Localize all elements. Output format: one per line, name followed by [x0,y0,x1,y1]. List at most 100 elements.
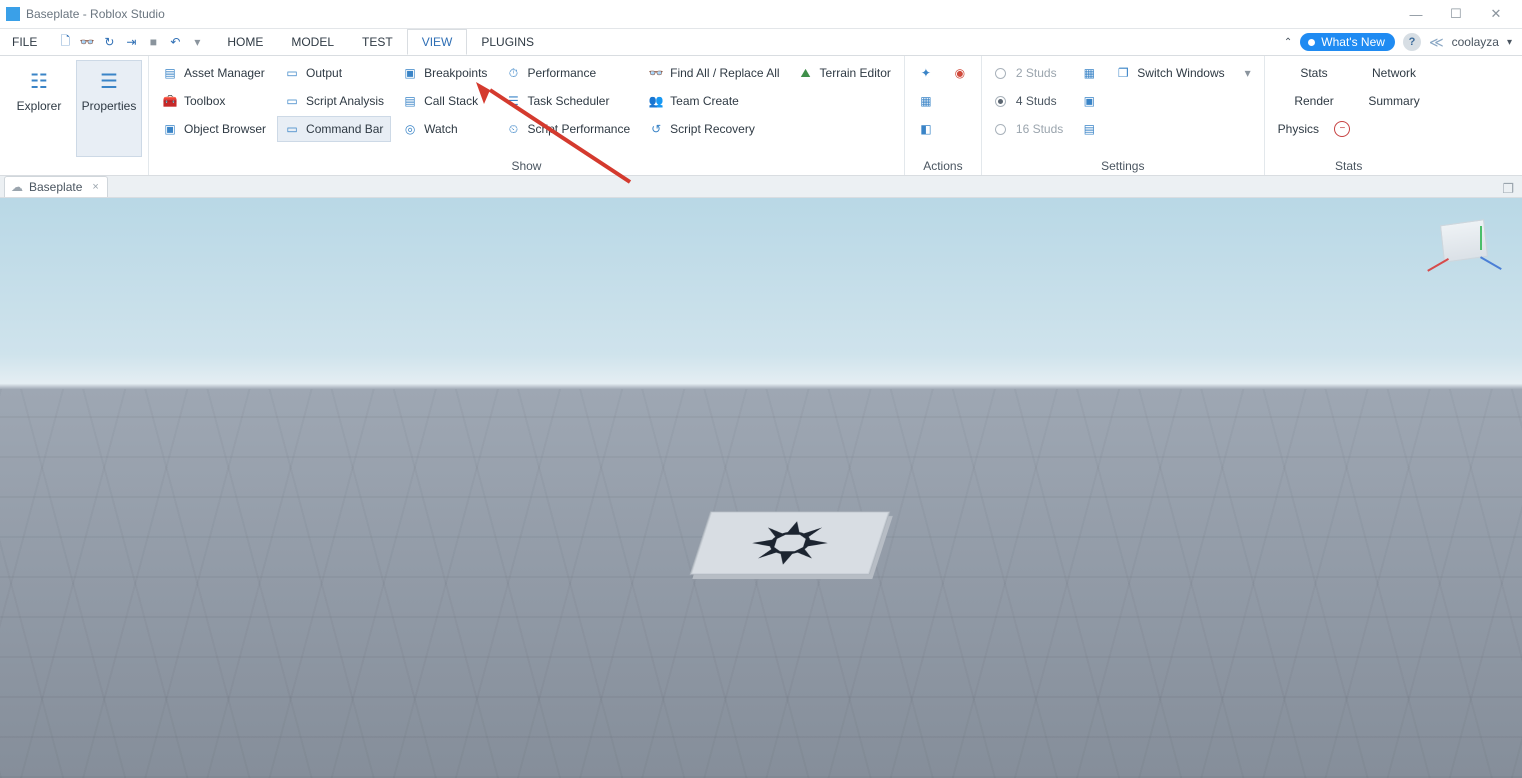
username-label[interactable]: coolayza [1452,35,1499,49]
collapse-ribbon-icon[interactable]: ⌃ [1284,37,1292,48]
tab-home[interactable]: HOME [213,29,277,55]
object-browser-icon: ▣ [162,121,178,137]
find-all-button[interactable]: 👓Find All / Replace All [641,60,786,86]
spawn-location[interactable] [690,511,891,574]
explorer-button[interactable]: ☷ Explorer [6,60,72,157]
asset-manager-icon: ▤ [162,65,178,81]
breakpoints-button[interactable]: ▣Breakpoints [395,60,494,86]
performance-icon: ⏱ [505,65,521,81]
grid-2-studs[interactable]: 2 Studs [988,60,1070,86]
maximize-button[interactable]: ☐ [1436,0,1476,28]
quick-access-toolbar: 🗋 👓 ↻ ⇥ ■ ↶ ▾ [49,34,213,50]
whats-new-dot-icon [1308,39,1315,46]
share-icon[interactable]: ≪ [1429,34,1444,51]
clear-stats-icon[interactable]: − [1334,121,1350,137]
call-stack-button[interactable]: ▤Call Stack [395,88,494,114]
settings-group-label: Settings [988,157,1258,173]
toolbox-button[interactable]: 🧰Toolbox [155,88,273,114]
action-4-icon: ◉ [952,65,968,81]
tab-model[interactable]: MODEL [277,29,348,55]
settings-grid-button[interactable]: ▦ [1074,60,1104,86]
object-browser-button[interactable]: ▣Object Browser [155,116,273,142]
axis-y-icon [1480,226,1482,250]
properties-button[interactable]: ☰ Properties [76,60,142,157]
render-button[interactable]: Render [1271,88,1358,114]
tab-plugins[interactable]: PLUGINS [467,29,548,55]
undo-icon[interactable]: ↶ [167,34,183,50]
settings-ui-button[interactable]: ▣ [1074,88,1104,114]
script-analysis-button[interactable]: ▭Script Analysis [277,88,391,114]
script-recovery-button[interactable]: ↺Script Recovery [641,116,786,142]
doc-tab-close-icon[interactable]: × [92,181,98,193]
action-1-icon: ✦ [918,65,934,81]
team-create-icon: 👥 [648,93,664,109]
action-2-button[interactable]: ▦ [911,88,941,114]
whats-new-button[interactable]: What's New [1300,33,1395,51]
titlebar: Baseplate - Roblox Studio — ☐ ✕ [0,0,1522,28]
grid-4-studs[interactable]: 4 Studs [988,88,1070,114]
qa-more-icon[interactable]: ▾ [189,34,205,50]
output-button[interactable]: ▭Output [277,60,391,86]
ribbon: ☷ Explorer ☰ Properties ▤Asset Manager 🧰… [0,56,1522,176]
window-title: Baseplate - Roblox Studio [26,7,165,21]
switch-windows-button[interactable]: ❐Switch Windows▾ [1108,60,1257,86]
command-bar-icon: ▭ [284,121,300,137]
terrain-editor-button[interactable]: ⛰Terrain Editor [791,60,898,86]
radio-icon [995,96,1006,107]
new-icon[interactable]: 🗋 [57,34,73,50]
settings-date-button[interactable]: ▤ [1074,116,1104,142]
tab-test[interactable]: TEST [348,29,407,55]
help-button[interactable]: ? [1403,33,1421,51]
ribbon-tabs: HOME MODEL TEST VIEW PLUGINS [213,29,548,55]
app-icon [6,7,20,21]
script-performance-button[interactable]: ⏲Script Performance [498,116,637,142]
redo-icon[interactable]: ↻ [101,34,117,50]
stats-button[interactable]: Stats [1271,60,1358,86]
performance-button[interactable]: ⏱Performance [498,60,637,86]
task-scheduler-icon: ☰ [505,93,521,109]
whats-new-label: What's New [1321,35,1385,49]
file-menu[interactable]: FILE [0,29,49,55]
action-1-button[interactable]: ✦ [911,60,941,86]
script-recovery-icon: ↺ [648,121,664,137]
minimize-button[interactable]: — [1396,0,1436,28]
explorer-icon: ☷ [25,67,53,95]
baseplate-grid [0,389,1522,778]
ui-icon: ▣ [1081,93,1097,109]
stop-icon[interactable]: ■ [145,34,161,50]
properties-icon: ☰ [95,67,123,95]
explorer-label: Explorer [17,99,62,113]
network-button[interactable]: Network [1361,60,1426,86]
action-2-icon: ▦ [918,93,934,109]
action-4-button[interactable]: ◉ [945,60,975,86]
axis-x-icon [1427,258,1449,272]
axis-z-icon [1480,256,1502,270]
close-button[interactable]: ✕ [1476,0,1516,28]
watch-icon: ◎ [402,121,418,137]
terrain-editor-icon: ⛰ [798,65,814,81]
show-group-label: Show [155,157,898,173]
summary-button[interactable]: Summary [1361,88,1426,114]
doc-tab-label: Baseplate [29,180,82,194]
action-3-button[interactable]: ◧ [911,116,941,142]
tab-view[interactable]: VIEW [407,29,468,55]
task-scheduler-button[interactable]: ☰Task Scheduler [498,88,637,114]
properties-label: Properties [82,99,137,113]
publish-icon[interactable]: ⇥ [123,34,139,50]
viewport[interactable] [0,198,1522,778]
team-create-button[interactable]: 👥Team Create [641,88,786,114]
physics-button[interactable]: Physics − [1271,116,1358,142]
document-tabs: ☁ Baseplate × ❐ [0,176,1522,198]
doc-tab-baseplate[interactable]: ☁ Baseplate × [4,176,108,197]
menu-row: FILE 🗋 👓 ↻ ⇥ ■ ↶ ▾ HOME MODEL TEST VIEW … [0,28,1522,56]
grid-16-studs[interactable]: 16 Studs [988,116,1070,142]
open-icon[interactable]: 👓 [79,34,95,50]
asset-manager-button[interactable]: ▤Asset Manager [155,60,273,86]
user-caret-icon[interactable]: ▾ [1507,37,1512,48]
watch-button[interactable]: ◎Watch [395,116,494,142]
axis-gizmo[interactable] [1424,216,1504,286]
popout-icon[interactable]: ❐ [1498,181,1518,197]
command-bar-button[interactable]: ▭Command Bar [277,116,391,142]
radio-icon [995,124,1006,135]
switch-windows-icon: ❐ [1115,65,1131,81]
